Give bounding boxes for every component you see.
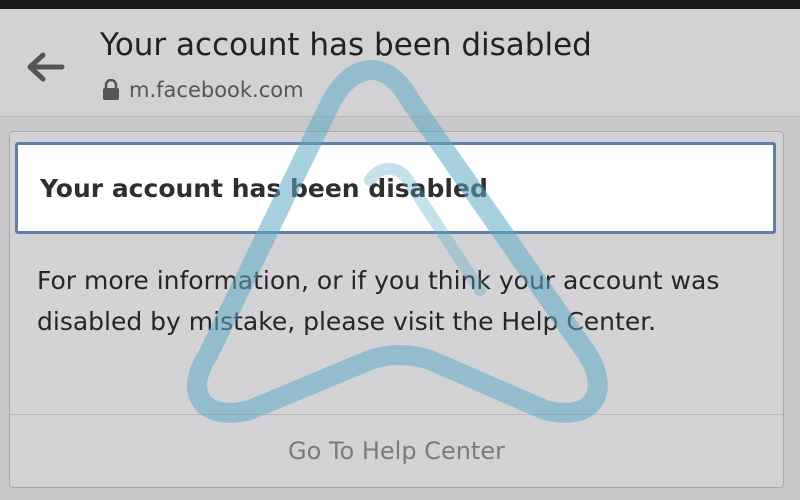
url-bar[interactable]: m.facebook.com [102, 76, 304, 104]
help-center-link[interactable]: Go To Help Center [10, 415, 783, 487]
page-title: Your account has been disabled [100, 27, 592, 63]
back-button[interactable] [22, 47, 68, 87]
status-bar [0, 0, 800, 9]
card-message: For more information, or if you think yo… [37, 266, 720, 336]
lock-icon [103, 79, 119, 100]
browser-header: Your account has been disabled m.faceboo… [0, 9, 800, 117]
arrow-left-icon [27, 52, 65, 82]
card-title-box: Your account has been disabled [15, 142, 776, 234]
card-title: Your account has been disabled [40, 173, 488, 203]
url-text: m.facebook.com [129, 78, 304, 102]
disabled-account-card: Your account has been disabled For more … [9, 131, 784, 488]
page-content: Your account has been disabled For more … [0, 117, 800, 500]
